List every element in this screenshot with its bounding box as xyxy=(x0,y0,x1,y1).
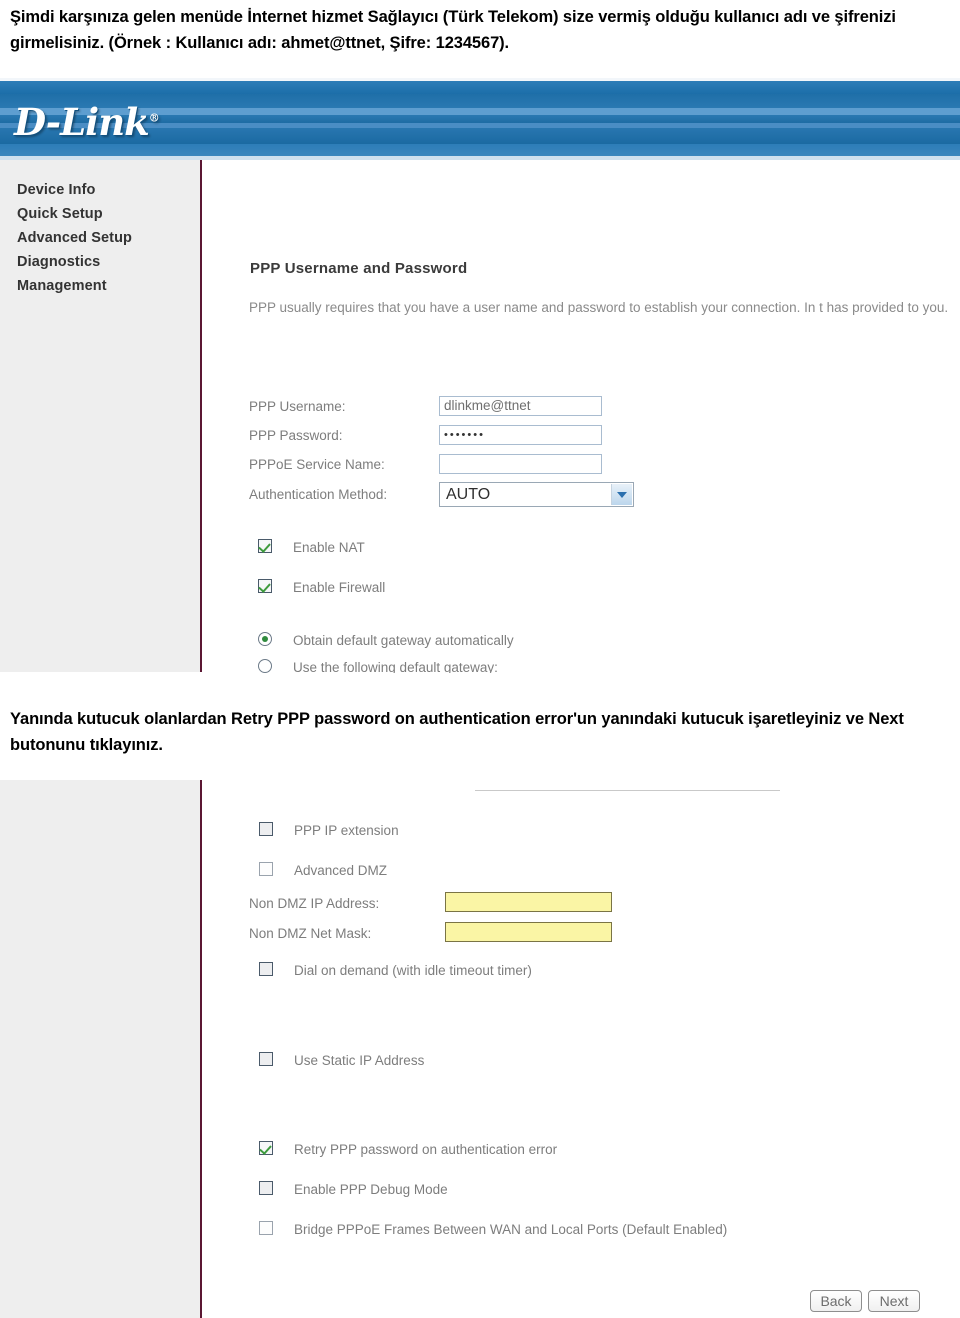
back-button[interactable]: Back xyxy=(810,1290,862,1312)
select-authentication-method-value: AUTO xyxy=(446,486,491,503)
label-use-static-ip: Use Static IP Address xyxy=(294,1053,425,1068)
instruction-paragraph-top: Şimdi karşınıza gelen menüde İnternet hi… xyxy=(10,4,950,56)
router-screenshot-panel-one: D-Link® Device Info Quick Setup Advanced… xyxy=(0,78,960,673)
label-use-following-gateway: Use the following default gateway: xyxy=(293,660,498,673)
instruction-mid-plain-3: butonunu tıklayınız. xyxy=(10,736,163,754)
dlink-trademark-icon: ® xyxy=(148,111,160,125)
checkbox-enable-nat[interactable] xyxy=(258,539,272,553)
input-non-dmz-net-mask[interactable] xyxy=(445,922,612,942)
label-non-dmz-net-mask: Non DMZ Net Mask: xyxy=(249,926,372,941)
checkbox-bridge-pppoe-frames[interactable] xyxy=(259,1221,273,1235)
instruction-mid-bold-2: Next xyxy=(868,710,904,728)
radio-obtain-gateway-auto[interactable] xyxy=(258,632,272,646)
sidebar-panel-two xyxy=(0,780,200,1318)
radio-use-following-gateway[interactable] xyxy=(258,659,272,673)
sidebar-item-device-info[interactable]: Device Info xyxy=(17,178,192,202)
label-bridge-pppoe-frames: Bridge PPPoE Frames Between WAN and Loca… xyxy=(294,1222,728,1237)
input-non-dmz-ip-address[interactable] xyxy=(445,892,612,912)
dlink-logo-text: D-Link xyxy=(14,100,150,144)
select-authentication-method[interactable]: AUTO xyxy=(439,482,634,507)
chevron-down-icon[interactable] xyxy=(611,484,632,505)
checkbox-retry-ppp-password[interactable] xyxy=(259,1141,273,1155)
content-top-rule xyxy=(475,790,780,791)
label-ppp-username: PPP Username: xyxy=(249,399,346,414)
section-title-ppp-credentials: PPP Username and Password xyxy=(250,260,468,277)
label-obtain-gateway-auto: Obtain default gateway automatically xyxy=(293,633,514,648)
label-ppp-ip-extension: PPP IP extension xyxy=(294,823,399,838)
checkbox-ppp-ip-extension[interactable] xyxy=(259,822,273,836)
label-ppp-password: PPP Password: xyxy=(249,428,343,443)
label-retry-ppp-password: Retry PPP password on authentication err… xyxy=(294,1142,558,1157)
sidebar-item-diagnostics[interactable]: Diagnostics xyxy=(17,250,192,274)
instruction-mid-plain-2: yanındaki kutucuk işaretleyiniz ve xyxy=(596,710,869,728)
next-button[interactable]: Next xyxy=(868,1290,920,1312)
instruction-mid-plain-1: Yanında kutucuk olanlardan xyxy=(10,710,232,728)
checkbox-enable-ppp-debug[interactable] xyxy=(259,1181,273,1195)
label-dial-on-demand: Dial on demand (with idle timeout timer) xyxy=(294,963,532,978)
instruction-text-top-bold: (Örnek : Kullanıcı adı: ahmet@ttnet, Şif… xyxy=(108,34,510,52)
checkbox-enable-firewall[interactable] xyxy=(258,579,272,593)
sidebar-item-quick-setup[interactable]: Quick Setup xyxy=(17,202,192,226)
dlink-header-bar: D-Link® xyxy=(0,78,960,160)
label-pppoe-service-name: PPPoE Service Name: xyxy=(249,457,385,472)
sidebar-divider-two xyxy=(200,780,202,1318)
label-authentication-method: Authentication Method: xyxy=(249,487,388,502)
checkbox-dial-on-demand[interactable] xyxy=(259,962,273,976)
section-description-ppp: PPP usually requires that you have a use… xyxy=(249,300,949,315)
sidebar-menu-one: Device Info Quick Setup Advanced Setup D… xyxy=(17,178,192,298)
label-enable-firewall: Enable Firewall xyxy=(293,580,386,595)
label-enable-nat: Enable NAT xyxy=(293,540,365,555)
label-enable-ppp-debug: Enable PPP Debug Mode xyxy=(294,1182,448,1197)
router-screenshot-panel-two: PPP IP extension Advanced DMZ Non DMZ IP… xyxy=(0,780,960,1318)
sidebar-item-advanced-setup[interactable]: Advanced Setup xyxy=(17,226,192,250)
input-ppp-username[interactable]: dlinkme@ttnet xyxy=(439,396,602,416)
dlink-logo: D-Link® xyxy=(14,100,160,144)
instruction-paragraph-middle: Yanında kutucuk olanlardan Retry PPP pas… xyxy=(10,706,950,758)
sidebar-item-management[interactable]: Management xyxy=(17,274,192,298)
checkbox-use-static-ip[interactable] xyxy=(259,1052,273,1066)
instruction-mid-bold-1: Retry PPP password on authentication err… xyxy=(231,710,597,728)
checkbox-advanced-dmz[interactable] xyxy=(259,862,273,876)
sidebar-divider-one xyxy=(200,160,202,672)
input-ppp-password[interactable]: ••••••• xyxy=(439,425,602,445)
label-non-dmz-ip-address: Non DMZ IP Address: xyxy=(249,896,380,911)
label-advanced-dmz: Advanced DMZ xyxy=(294,863,388,878)
input-pppoe-service-name[interactable] xyxy=(439,454,602,474)
